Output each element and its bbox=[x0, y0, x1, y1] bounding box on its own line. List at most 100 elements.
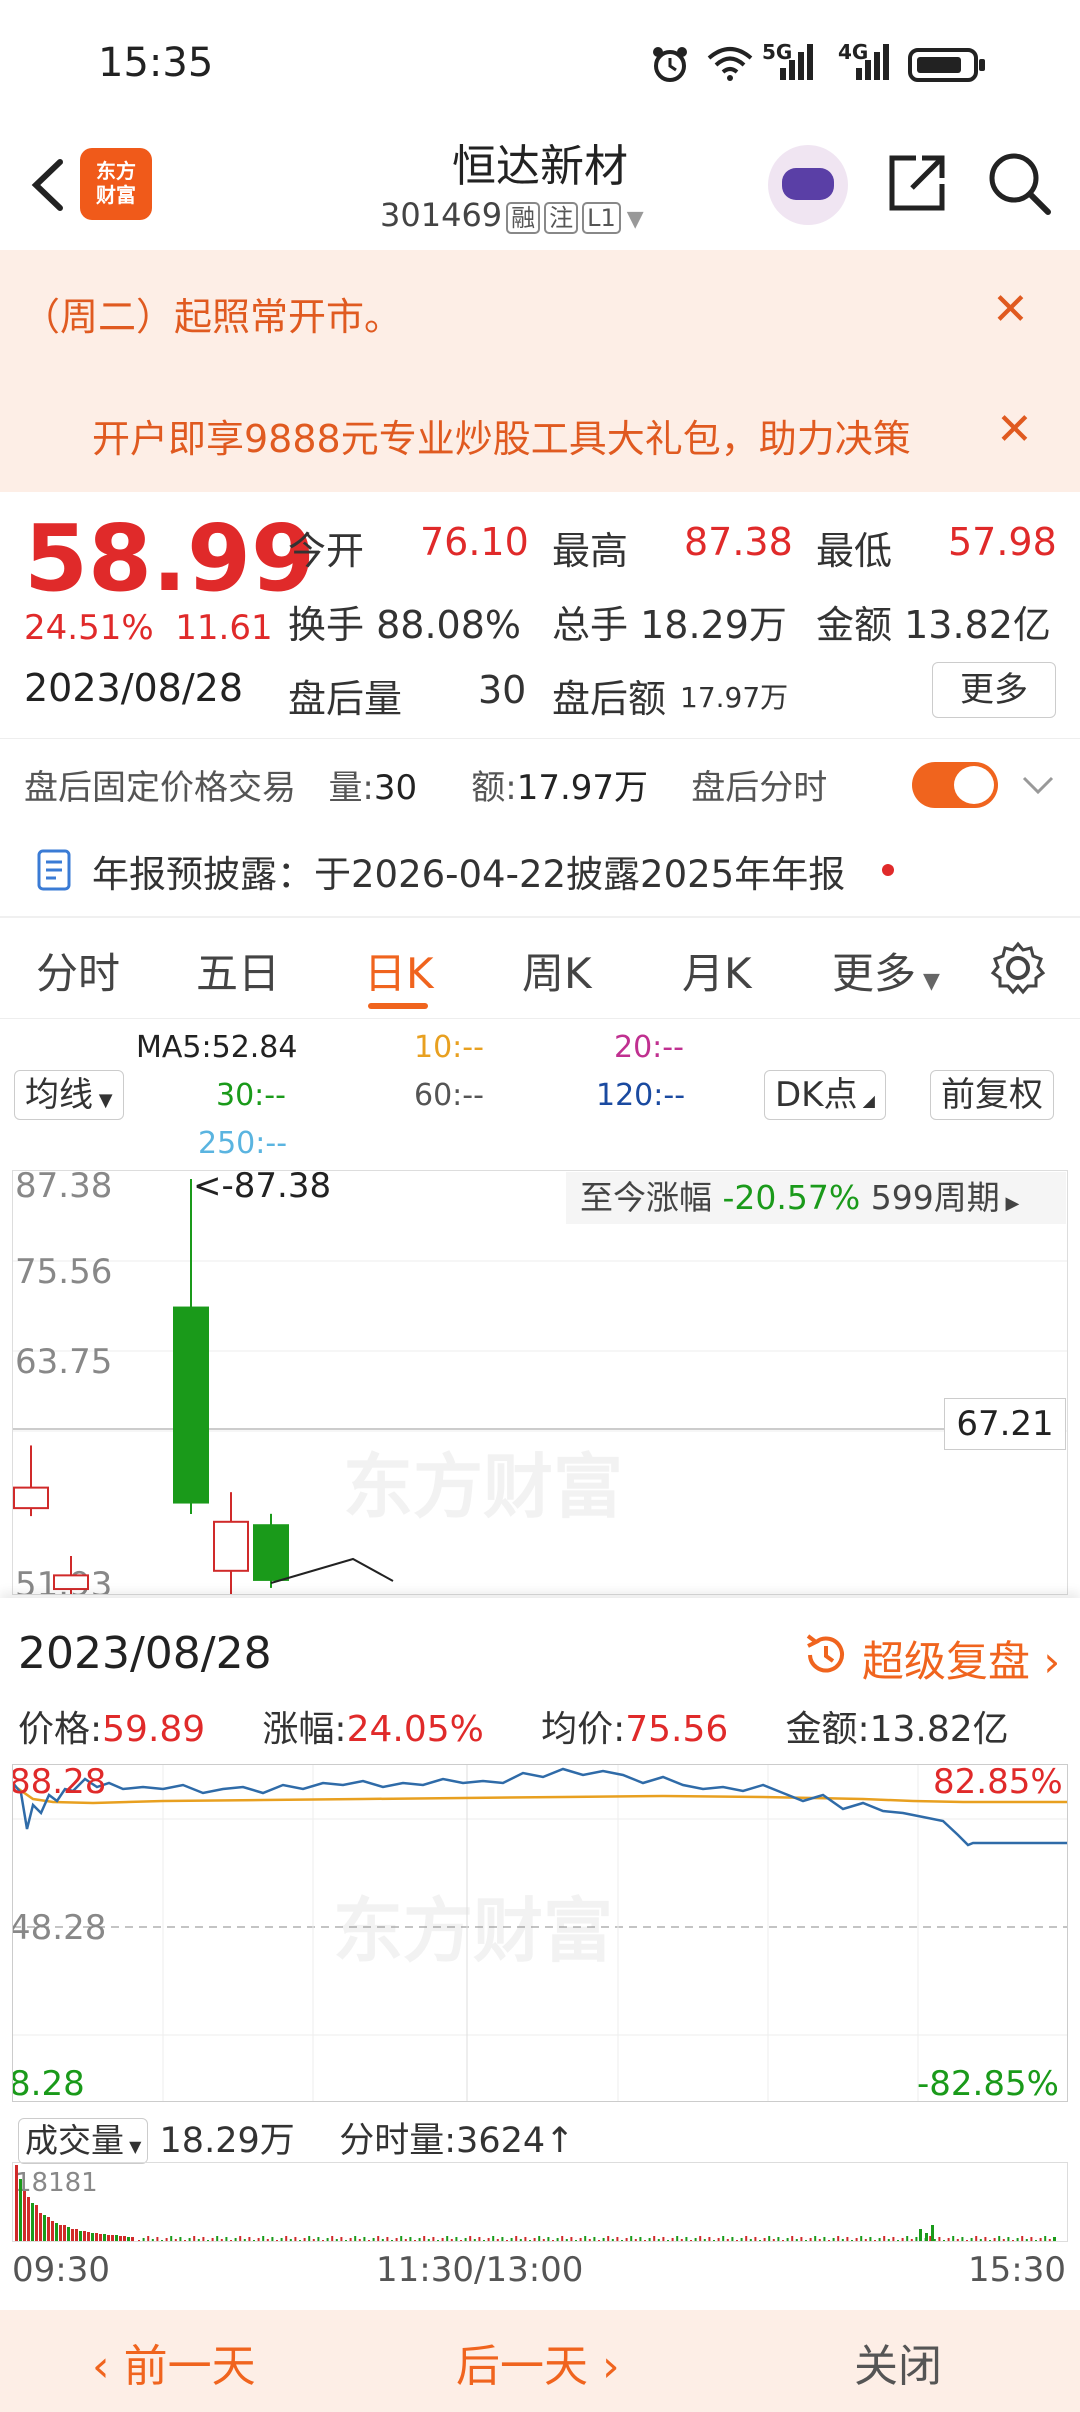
volume-chart[interactable]: 18181 bbox=[12, 2162, 1068, 2242]
super-replay-link[interactable]: 超级复盘 › bbox=[862, 1628, 1060, 1689]
tab-daily-k[interactable]: 日K bbox=[364, 940, 434, 1001]
holiday-notice[interactable]: （周二）起照常开市。 bbox=[22, 286, 402, 341]
volume-bar bbox=[312, 2239, 315, 2241]
volume-bar bbox=[280, 2238, 283, 2241]
pct-value: 24.05% bbox=[346, 1709, 484, 1750]
pct-label: 涨幅: bbox=[262, 1709, 347, 1750]
volume-bar bbox=[156, 2237, 159, 2241]
volume-bar bbox=[107, 2235, 110, 2241]
volume-bar bbox=[142, 2238, 145, 2241]
volume-bar bbox=[266, 2239, 269, 2241]
caret-icon: ◢ bbox=[857, 1091, 875, 1110]
tab-weekly-k[interactable]: 周K bbox=[522, 940, 592, 1001]
next-day-label: 后一天 bbox=[456, 2341, 588, 2392]
volume-bar bbox=[43, 2215, 46, 2241]
after-hours-row: 盘后固定价格交易 量:30 额:17.97万 盘后分时 bbox=[24, 760, 827, 809]
volume-bar bbox=[740, 2238, 743, 2241]
candle-down bbox=[253, 1524, 289, 1581]
last-price: 58.99 bbox=[24, 505, 316, 612]
volume-bar bbox=[335, 2239, 338, 2241]
volume-bar bbox=[39, 2213, 42, 2241]
volume-bar bbox=[699, 2236, 702, 2241]
high-value: 87.38 bbox=[684, 520, 793, 564]
volume-bar bbox=[910, 2239, 913, 2241]
volume-bar bbox=[409, 2237, 412, 2241]
volume-bar bbox=[607, 2236, 610, 2241]
periods-count: 599周期 bbox=[870, 1178, 1000, 1217]
volume-bar bbox=[349, 2238, 352, 2241]
volume-bar bbox=[51, 2221, 54, 2241]
volume-bar bbox=[418, 2238, 421, 2241]
volume-bar bbox=[211, 2238, 214, 2241]
chevron-down-icon[interactable] bbox=[1020, 770, 1056, 804]
settings-gear-icon[interactable] bbox=[990, 940, 1046, 1000]
volume-bar bbox=[791, 2236, 794, 2241]
tag-registration: 注 bbox=[544, 202, 579, 234]
amount-label: 金额: bbox=[785, 1709, 870, 1750]
volume-bar bbox=[368, 2240, 370, 2241]
volume-bar bbox=[616, 2237, 619, 2241]
volume-bar bbox=[533, 2238, 536, 2241]
volume-bar bbox=[984, 2237, 987, 2241]
close-button[interactable]: 关闭 bbox=[854, 2330, 942, 2394]
candle-up bbox=[13, 1486, 49, 1510]
volume-bar bbox=[745, 2236, 748, 2241]
volume-bar bbox=[722, 2236, 725, 2241]
close-icon[interactable]: ✕ bbox=[992, 284, 1029, 335]
intraday-chart[interactable]: 东方财富 88.28 48.28 8.28 82.85% -82.85% bbox=[12, 1764, 1068, 2102]
tab-intraday[interactable]: 分时 bbox=[36, 940, 120, 1001]
ma-select[interactable]: 均线 ▼ bbox=[14, 1070, 124, 1120]
volume-select[interactable]: 成交量 ▼ bbox=[18, 2118, 149, 2164]
volume-bar bbox=[818, 2239, 821, 2241]
close-icon[interactable]: ✕ bbox=[996, 404, 1033, 455]
volume-bar bbox=[828, 2240, 830, 2241]
volume-bar bbox=[883, 2236, 886, 2241]
stock-code-row[interactable]: 301469 融注 L1 ▼ bbox=[380, 196, 644, 234]
volume-bar bbox=[87, 2232, 90, 2241]
volume-bar bbox=[611, 2239, 614, 2241]
promo-notice[interactable]: 开户即享9888元专业炒股工具大礼包，助力决策 bbox=[92, 408, 962, 463]
watermark: 东方财富 bbox=[333, 1890, 613, 1972]
volume-bar bbox=[538, 2236, 541, 2241]
volume-bar bbox=[933, 2239, 936, 2241]
volume-bar bbox=[423, 2236, 426, 2241]
annual-report-notice[interactable]: 年报预披露：于2026-04-22披露2025年年报 bbox=[92, 844, 845, 898]
more-button[interactable]: 更多 bbox=[932, 662, 1056, 718]
back-icon[interactable] bbox=[22, 150, 72, 220]
volume-bar bbox=[570, 2237, 573, 2241]
volume-bar bbox=[860, 2236, 863, 2241]
volume-bar bbox=[795, 2239, 798, 2241]
volume-bar bbox=[956, 2239, 959, 2241]
volume-bar bbox=[165, 2238, 168, 2241]
after-hours-label: 盘后固定价格交易 bbox=[24, 768, 296, 808]
volume-bar bbox=[234, 2238, 237, 2241]
volume-bar bbox=[170, 2236, 173, 2241]
volume-bar bbox=[257, 2238, 260, 2241]
app-logo[interactable]: 东方 财富 bbox=[80, 148, 152, 220]
after-hours-time-label: 盘后分时 bbox=[691, 768, 828, 808]
volume-bar bbox=[1002, 2239, 1005, 2241]
volume-bar bbox=[993, 2238, 996, 2241]
adjust-select[interactable]: 前复权 bbox=[930, 1070, 1054, 1120]
search-icon[interactable] bbox=[986, 150, 1052, 220]
tab-more[interactable]: 更多 ▼ bbox=[832, 940, 940, 1001]
open-value: 76.10 bbox=[420, 520, 529, 564]
volume-bar bbox=[906, 2236, 909, 2241]
volume-max-label: 18181 bbox=[15, 2168, 98, 2198]
tab-monthly-k[interactable]: 月K bbox=[682, 940, 752, 1001]
volume-bar bbox=[998, 2236, 1001, 2241]
volume-bar bbox=[322, 2240, 324, 2241]
prev-day-button[interactable]: ‹ 前一天 bbox=[92, 2330, 256, 2394]
volume-bar bbox=[363, 2237, 366, 2241]
ma30-value: 30:-- bbox=[216, 1078, 286, 1113]
volume-bar bbox=[483, 2240, 485, 2241]
since-change-box[interactable]: 至今涨幅 -20.57% 599周期 ▶ bbox=[566, 1172, 1066, 1224]
next-day-button[interactable]: 后一天 › bbox=[456, 2330, 620, 2394]
tab-five-day[interactable]: 五日 bbox=[196, 940, 280, 1001]
volume-bar bbox=[970, 2238, 973, 2241]
share-icon[interactable] bbox=[886, 152, 948, 218]
after-volume-label: 盘后量 bbox=[288, 677, 403, 721]
dk-point-select[interactable]: DK点 ◢ bbox=[764, 1070, 886, 1120]
k-line-chart[interactable]: 东方财富 87.38 75.56 63.75 51.93 <-87.38 bbox=[12, 1170, 1068, 1595]
volume-bar bbox=[432, 2237, 435, 2241]
